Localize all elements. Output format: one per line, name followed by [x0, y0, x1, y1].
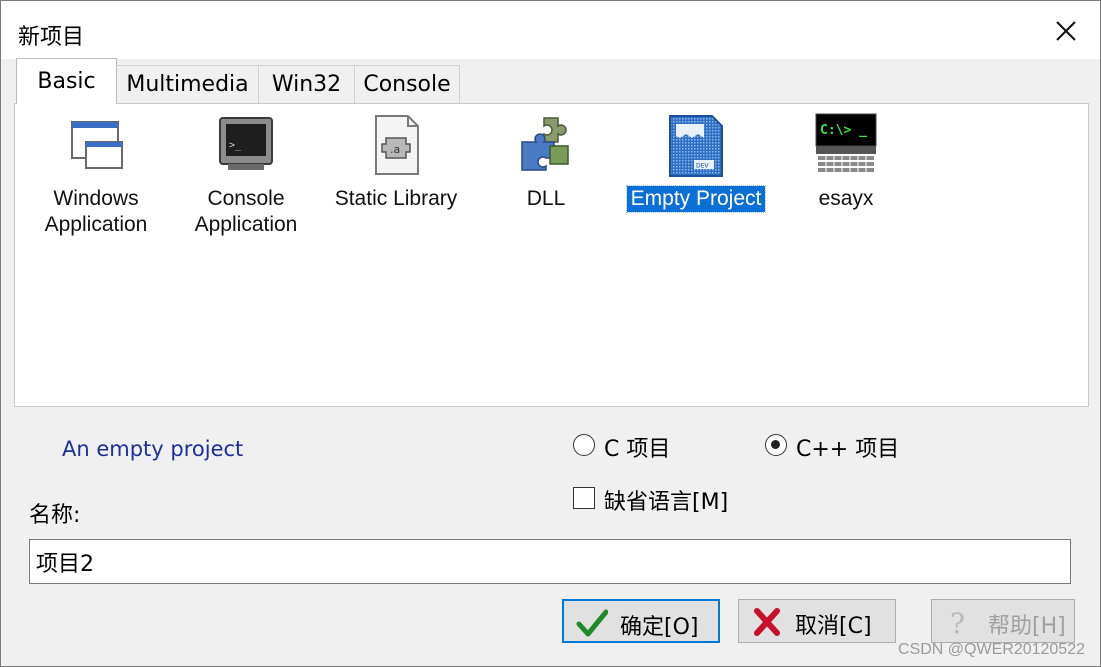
checkmark-icon — [576, 609, 608, 637]
template-label: esayx — [818, 187, 874, 210]
c-project-radio[interactable]: C 项目 — [573, 431, 693, 462]
new-project-dialog: 新项目 Basic Multimedia Win32 Console Windo… — [0, 0, 1101, 667]
template-label: Console Application — [194, 187, 298, 236]
close-icon[interactable] — [1046, 11, 1086, 51]
ok-button[interactable]: 确定[O] — [562, 599, 720, 643]
template-static-library[interactable]: .a Static Library — [321, 112, 471, 212]
svg-text:DEV: DEV — [696, 163, 709, 170]
svg-text:?: ? — [950, 607, 965, 637]
svg-text:C:\> _: C:\> _ — [820, 123, 867, 138]
red-x-icon — [754, 608, 780, 636]
console-application-icon: >_ — [219, 117, 273, 170]
template-console-application[interactable]: >_ Console Application — [171, 112, 321, 238]
template-windows-application[interactable]: Windows Application — [21, 112, 171, 238]
watermark-text: CSDN @QWER20120522 — [898, 641, 1085, 658]
tab-console[interactable]: Console — [354, 65, 460, 103]
cpp-project-radio[interactable]: C++ 项目 — [765, 431, 915, 462]
project-name-input[interactable] — [29, 539, 1071, 584]
template-label: Empty Project — [625, 185, 767, 213]
question-mark-icon: ? — [950, 607, 965, 637]
template-label: Windows Application — [44, 187, 148, 236]
esayx-terminal-icon: C:\> _ — [815, 113, 877, 172]
radio-circle — [573, 434, 595, 456]
title-bar: 新项目 — [1, 1, 1100, 59]
radio-circle — [765, 434, 787, 456]
window-title: 新项目 — [18, 25, 85, 50]
template-esayx[interactable]: C:\> _ esayx — [771, 112, 921, 212]
help-button: ? 帮助[H] — [931, 599, 1075, 643]
template-label: Static Library — [334, 187, 458, 210]
static-library-icon: .a — [375, 115, 419, 175]
empty-project-icon: DEV — [669, 115, 723, 177]
template-dll[interactable]: DLL — [471, 112, 621, 212]
template-label: DLL — [526, 187, 566, 210]
tab-multimedia[interactable]: Multimedia — [116, 65, 259, 103]
template-description: An empty project — [62, 437, 244, 461]
windows-application-icon — [71, 121, 123, 169]
tab-basic[interactable]: Basic — [16, 58, 117, 104]
template-empty-project[interactable]: DEV Empty Project — [621, 112, 771, 213]
default-language-checkbox[interactable]: 缺省语言[M] — [573, 485, 753, 515]
tab-win32[interactable]: Win32 — [258, 65, 355, 103]
svg-text:>_: >_ — [229, 140, 242, 151]
cancel-button[interactable]: 取消[C] — [738, 599, 896, 643]
svg-text:.a: .a — [390, 143, 400, 156]
name-label: 名称: — [29, 503, 81, 528]
checkbox-box — [573, 487, 595, 509]
template-list: Windows Application >_ Console Application… — [14, 103, 1089, 407]
dll-puzzle-icon — [521, 117, 569, 171]
